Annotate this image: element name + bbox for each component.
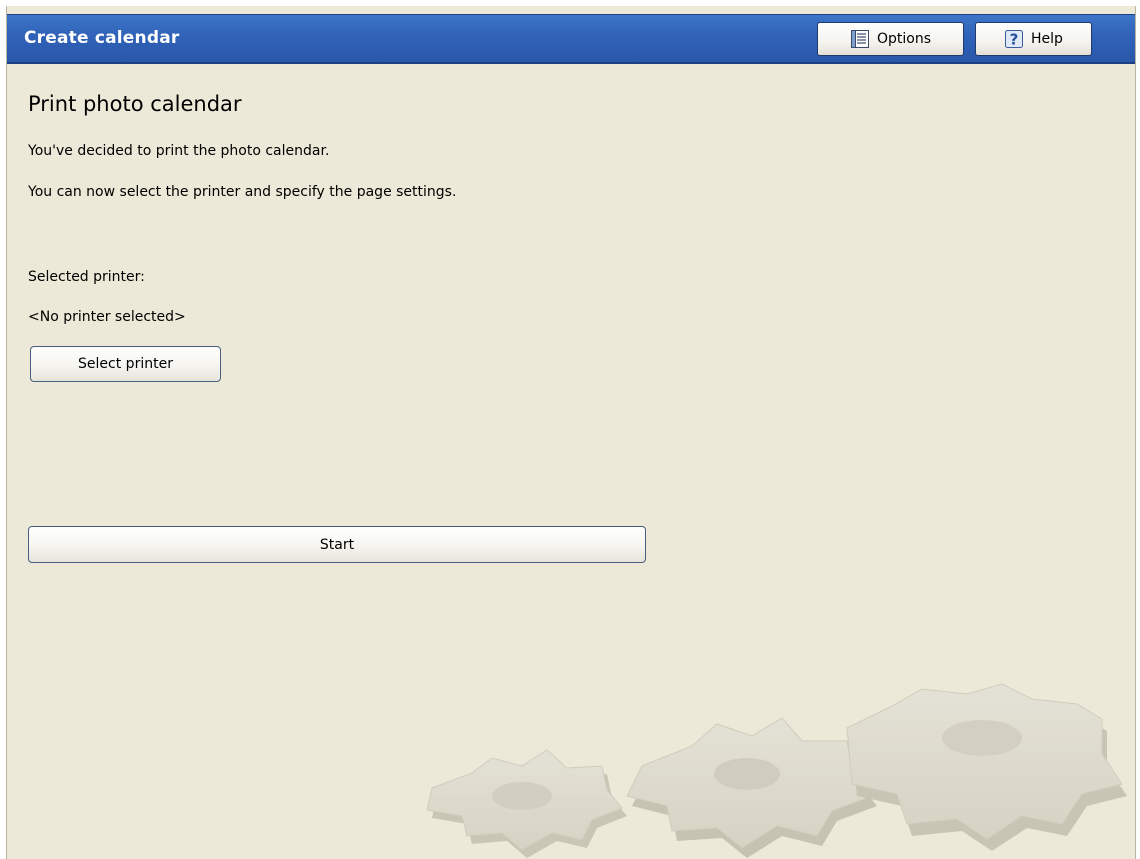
gears-decoration — [426, 683, 1127, 858]
title-bar: Create calendar Options ? Help — [7, 14, 1135, 64]
page-title: Print photo calendar — [28, 92, 242, 116]
options-button[interactable]: Options — [817, 22, 964, 56]
selected-printer-label: Selected printer: — [28, 269, 145, 285]
select-printer-label: Select printer — [78, 356, 173, 372]
intro-text-1: You've decided to print the photo calend… — [28, 143, 330, 159]
create-calendar-window: Create calendar Options ? Help Print pho… — [6, 6, 1136, 859]
selected-printer-value: <No printer selected> — [28, 309, 186, 325]
help-button[interactable]: ? Help — [975, 22, 1092, 56]
svg-text:?: ? — [1010, 31, 1019, 49]
options-label: Options — [876, 31, 932, 47]
window-title: Create calendar — [24, 28, 180, 48]
start-label: Start — [319, 536, 355, 553]
gear-small — [426, 749, 627, 858]
options-list-icon — [850, 30, 869, 48]
intro-text-2: You can now select the printer and speci… — [28, 184, 457, 200]
select-printer-button[interactable]: Select printer — [30, 346, 221, 382]
help-label: Help — [1031, 31, 1063, 47]
start-button[interactable]: Start — [28, 526, 646, 563]
gear-medium — [626, 717, 877, 858]
help-question-icon: ? — [1005, 30, 1024, 49]
gear-large — [846, 683, 1127, 851]
